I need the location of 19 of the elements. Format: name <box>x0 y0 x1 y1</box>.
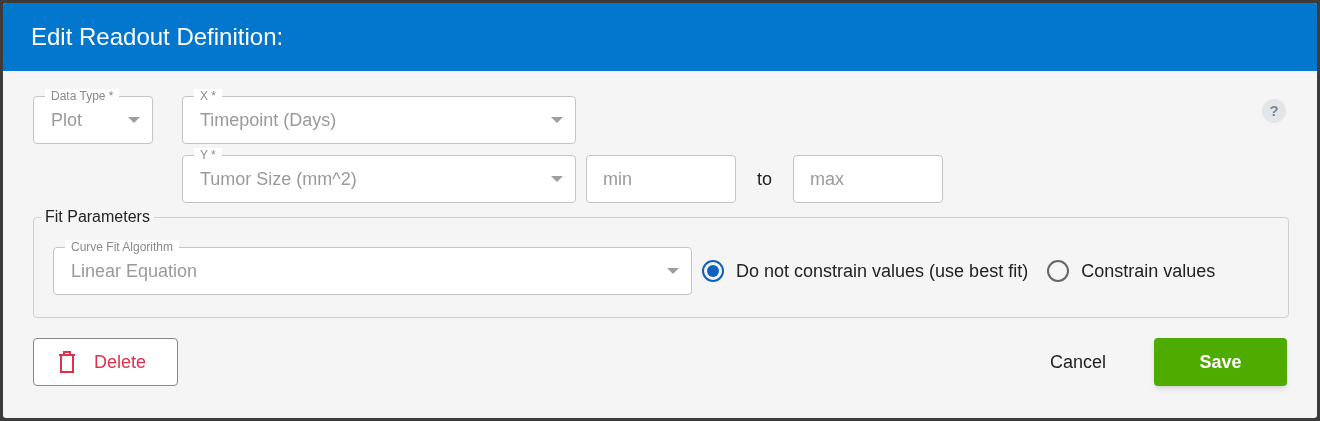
radio-option[interactable]: Do not constrain values (use best fit) <box>702 257 1029 285</box>
caret-icon <box>551 176 563 182</box>
min-field[interactable]: min <box>586 155 736 203</box>
save-button[interactable]: Save <box>1154 338 1287 386</box>
radio-icon[interactable] <box>702 260 724 282</box>
help-icon[interactable]: ? <box>1262 99 1286 123</box>
delete-button[interactable]: Delete <box>33 338 178 386</box>
radio-icon[interactable] <box>1047 260 1070 282</box>
caret-icon <box>667 268 679 274</box>
radio-option[interactable]: Constrain values <box>1047 257 1216 285</box>
dialog-title: Edit Readout Definition: <box>31 22 284 52</box>
cancel-button[interactable]: Cancel <box>1037 338 1118 386</box>
max-field[interactable]: max <box>793 155 943 203</box>
caret-icon <box>128 117 140 123</box>
group-legend: Fit Parameters <box>41 205 154 229</box>
range-separator: to <box>757 167 772 191</box>
caret-icon <box>551 117 563 123</box>
data-type-select[interactable]: Data Type * Plot <box>33 88 153 203</box>
trash-icon <box>58 351 76 373</box>
